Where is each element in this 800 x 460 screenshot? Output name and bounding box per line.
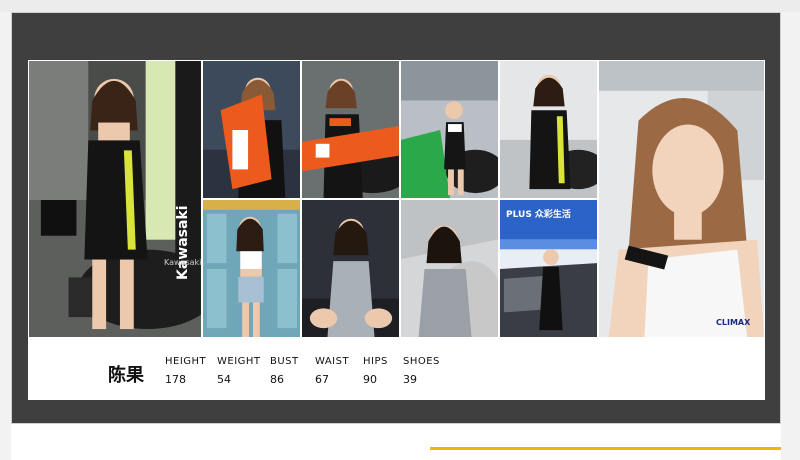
stat-label: WAIST bbox=[315, 356, 350, 367]
stat-value: 54 bbox=[217, 373, 231, 386]
stat-height: HEIGHT 178 bbox=[165, 356, 206, 386]
stat-shoes: SHOES 39 bbox=[403, 356, 440, 386]
stat-label: WEIGHT bbox=[217, 356, 261, 367]
photo-orange-sign-car[interactable] bbox=[301, 60, 400, 199]
stat-label: SHOES bbox=[403, 356, 440, 367]
stat-value: 67 bbox=[315, 373, 329, 386]
climax-logo-text: CLIMAX bbox=[716, 318, 751, 327]
stat-hips: HIPS 90 bbox=[363, 356, 388, 386]
photo-car-seat[interactable] bbox=[400, 199, 499, 338]
stat-bust: BUST 86 bbox=[270, 356, 299, 386]
stat-weight: WEIGHT 54 bbox=[217, 356, 261, 386]
next-slide-preview[interactable] bbox=[11, 424, 781, 460]
stat-label: HEIGHT bbox=[165, 356, 207, 367]
accent-line bbox=[430, 447, 781, 450]
stat-value: 39 bbox=[403, 373, 417, 386]
window-top-bar bbox=[0, 0, 800, 12]
stat-waist: WAIST 67 bbox=[315, 356, 349, 386]
stat-value: 86 bbox=[270, 373, 284, 386]
photo-green-bike[interactable] bbox=[400, 60, 499, 199]
model-name: 陈果 bbox=[108, 365, 144, 386]
stat-label: BUST bbox=[270, 356, 299, 367]
photo-grey-top[interactable] bbox=[301, 199, 400, 338]
photo-black-yellow-outfit[interactable] bbox=[499, 60, 598, 199]
stat-label: HIPS bbox=[363, 356, 388, 367]
model-card: Kawasaki Kawasaki CLIMAX PLUS 众彩生活 陈果 HE… bbox=[28, 60, 765, 400]
stat-value: 90 bbox=[363, 373, 377, 386]
kawasaki-bike-text: Kawasaki bbox=[164, 258, 202, 267]
photo-orange-sign[interactable] bbox=[202, 60, 301, 199]
plus-sign-text: PLUS 众彩生活 bbox=[506, 210, 571, 220]
photo-climax-closeup[interactable] bbox=[598, 60, 765, 338]
photo-lockers[interactable] bbox=[202, 199, 301, 338]
stat-value: 178 bbox=[165, 373, 186, 386]
